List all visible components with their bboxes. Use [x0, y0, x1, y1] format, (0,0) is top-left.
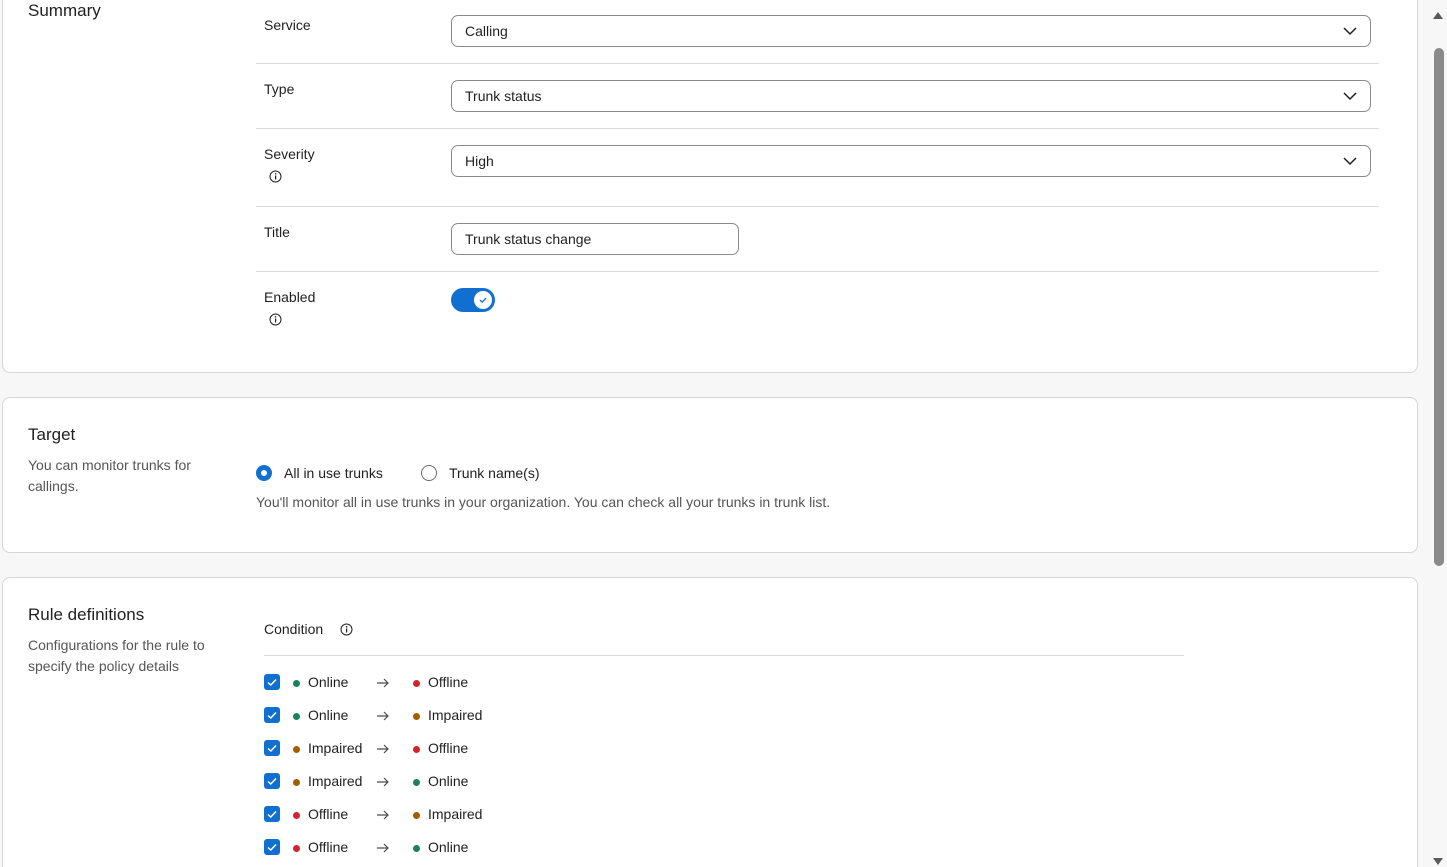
summary-title: Summary	[28, 1, 101, 20]
type-row: Type Trunk status	[256, 64, 1379, 129]
status-dot	[413, 779, 420, 786]
from-state-label: Impaired	[308, 740, 363, 756]
status-dot	[293, 812, 300, 819]
status-dot	[293, 680, 300, 687]
condition-checkbox[interactable]	[264, 806, 280, 822]
arrow-right-icon	[377, 711, 389, 721]
service-select-value: Calling	[465, 23, 508, 39]
rules-card: Rule definitions Configurations for the …	[2, 577, 1418, 867]
from-state-label: Impaired	[308, 773, 363, 789]
scroll-thumb[interactable]	[1434, 48, 1444, 566]
condition-row: Online Impaired	[264, 707, 564, 727]
rules-title: Rule definitions	[28, 605, 145, 624]
toggle-knob	[474, 291, 492, 309]
condition-label: Condition	[264, 621, 324, 637]
type-select[interactable]: Trunk status	[451, 80, 1371, 112]
scroll-up-icon[interactable]	[1432, 10, 1444, 20]
status-dot	[293, 845, 300, 852]
target-radio-group: All in use trunks Trunk name(s)	[256, 464, 856, 484]
condition-row: Impaired Offline	[264, 740, 564, 760]
status-dot	[293, 713, 300, 720]
radio-circle	[256, 465, 272, 481]
severity-select-value: High	[465, 153, 494, 169]
status-dot	[413, 845, 420, 852]
from-state-label: Offline	[308, 806, 349, 822]
check-icon	[267, 777, 277, 786]
severity-label: Severity	[264, 146, 315, 162]
to-state-label: Online	[428, 839, 469, 855]
condition-checkbox[interactable]	[264, 740, 280, 756]
check-icon	[267, 678, 277, 687]
check-icon	[267, 810, 277, 819]
arrow-right-icon	[377, 744, 389, 754]
chevron-down-icon	[1343, 92, 1357, 101]
rules-description: Configurations for the rule to specify t…	[28, 637, 205, 674]
scroll-down-icon[interactable]	[1432, 857, 1444, 867]
severity-row: Severity High	[256, 129, 1379, 207]
from-state-label: Offline	[308, 839, 349, 855]
page: Summary Service Calling Type Trunk statu…	[0, 0, 1447, 867]
info-icon[interactable]	[340, 623, 353, 636]
from-state-label: Online	[308, 707, 349, 723]
service-select[interactable]: Calling	[451, 15, 1371, 47]
arrow-right-icon	[377, 678, 389, 688]
status-dot	[413, 746, 420, 753]
radio-label: Trunk name(s)	[449, 465, 540, 481]
arrow-right-icon	[377, 810, 389, 820]
severity-select[interactable]: High	[451, 145, 1371, 177]
condition-checkbox[interactable]	[264, 773, 280, 789]
condition-checkbox[interactable]	[264, 674, 280, 690]
condition-row: Online Offline	[264, 674, 564, 694]
status-dot	[413, 812, 420, 819]
service-label: Service	[264, 17, 311, 33]
from-state-label: Online	[308, 674, 349, 690]
target-help-text: You'll monitor all in use trunks in your…	[256, 494, 831, 510]
type-select-value: Trunk status	[465, 88, 542, 104]
enabled-label: Enabled	[264, 289, 316, 305]
check-icon	[479, 297, 487, 304]
condition-row: Offline Impaired	[264, 806, 564, 826]
target-card: Target You can monitor trunks for callin…	[2, 397, 1418, 553]
type-label: Type	[264, 81, 295, 97]
summary-card: Summary Service Calling Type Trunk statu…	[2, 0, 1418, 373]
title-input[interactable]	[451, 223, 739, 255]
target-title: Target	[28, 425, 76, 444]
arrow-right-icon	[377, 843, 389, 853]
chevron-down-icon	[1343, 157, 1357, 166]
info-icon[interactable]	[269, 170, 282, 183]
check-icon	[267, 711, 277, 720]
condition-checkbox[interactable]	[264, 839, 280, 855]
condition-row: Impaired Online	[264, 773, 564, 793]
title-label: Title	[264, 224, 290, 240]
status-dot	[293, 779, 300, 786]
to-state-label: Impaired	[428, 806, 483, 822]
condition-row: Offline Online	[264, 839, 564, 859]
chevron-down-icon	[1343, 27, 1357, 36]
check-icon	[267, 843, 277, 852]
to-state-label: Offline	[428, 674, 469, 690]
title-row: Title	[256, 207, 1379, 272]
info-icon[interactable]	[269, 313, 282, 326]
status-dot	[293, 746, 300, 753]
condition-checkbox[interactable]	[264, 707, 280, 723]
arrow-right-icon	[377, 777, 389, 787]
check-icon	[267, 744, 277, 753]
divider	[264, 655, 1184, 656]
to-state-label: Online	[428, 773, 469, 789]
scrollbar[interactable]	[1429, 0, 1447, 867]
to-state-label: Offline	[428, 740, 469, 756]
service-row: Service Calling	[256, 1, 1379, 64]
radio-circle	[421, 465, 437, 481]
to-state-label: Impaired	[428, 707, 483, 723]
status-dot	[413, 680, 420, 687]
target-description: You can monitor trunks for callings.	[28, 457, 191, 494]
status-dot	[413, 713, 420, 720]
enabled-row: Enabled	[256, 272, 1379, 362]
enabled-toggle[interactable]	[451, 288, 495, 312]
radio-label: All in use trunks	[284, 465, 383, 481]
